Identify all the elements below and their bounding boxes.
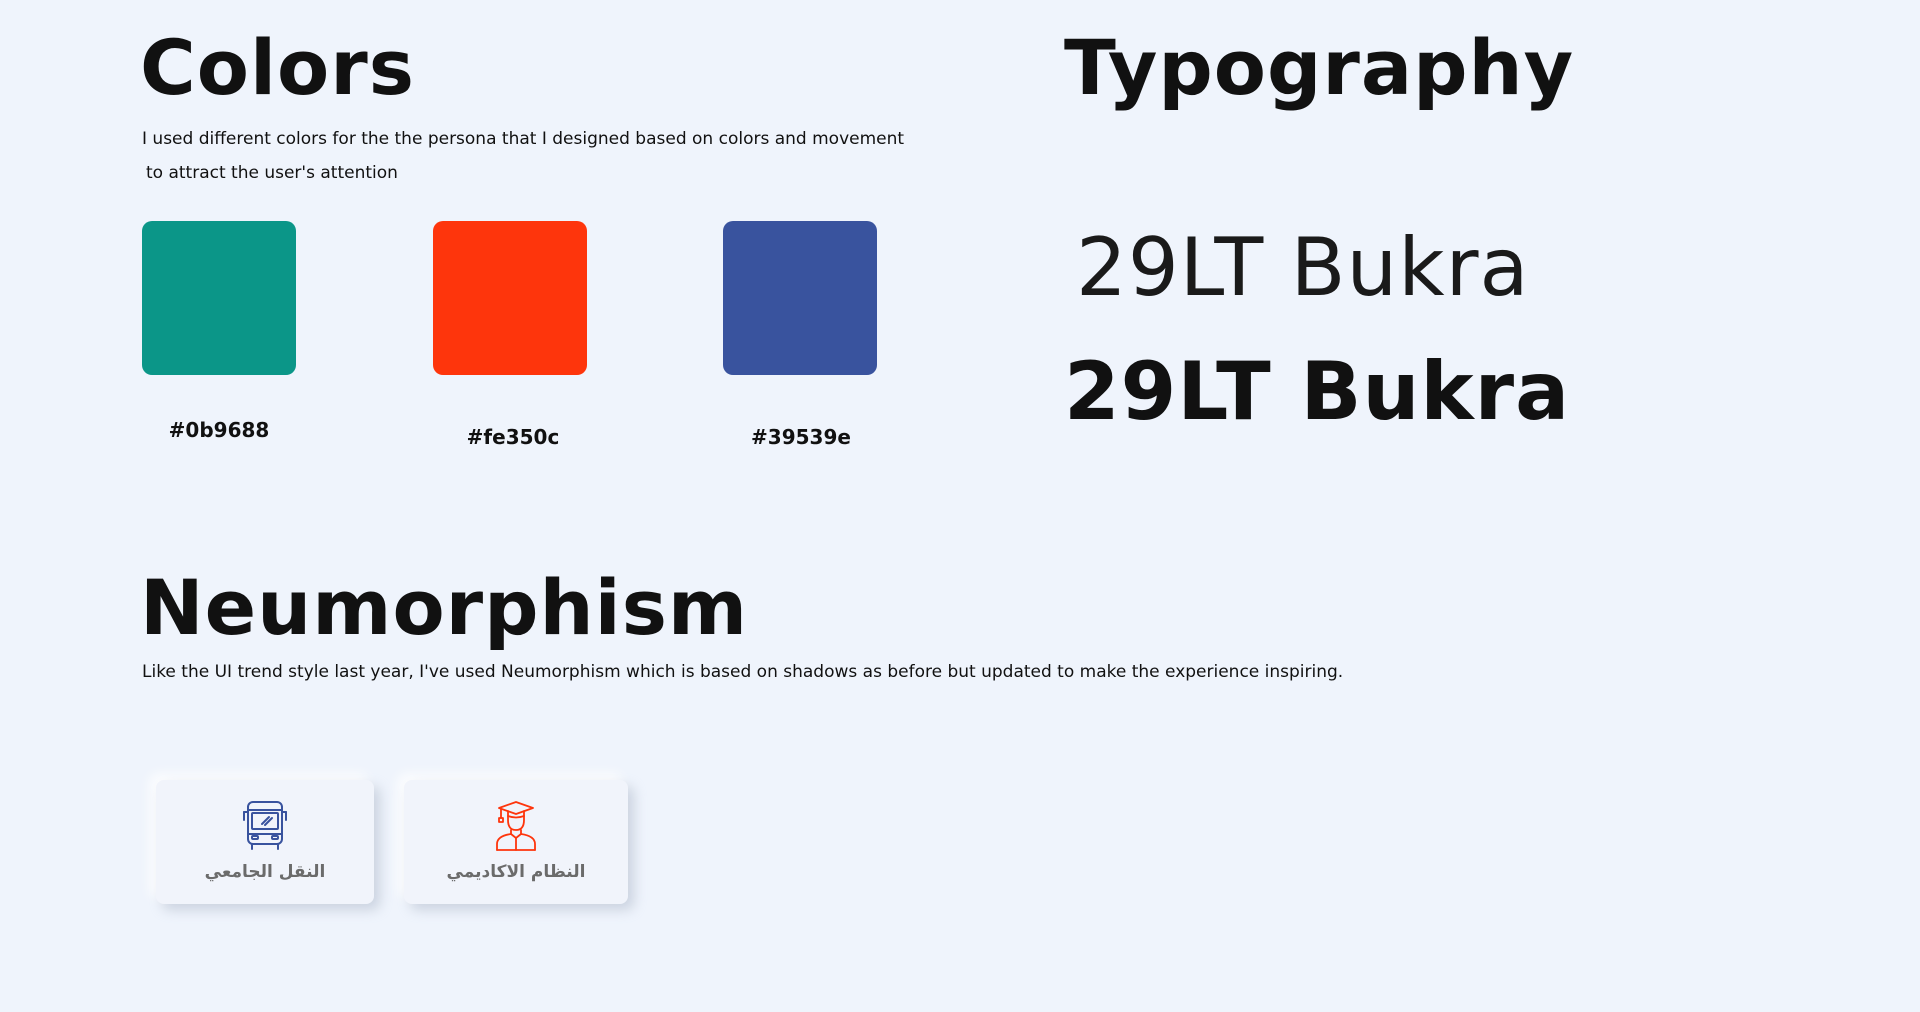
bus-icon xyxy=(238,798,292,856)
color-label-orange: #fe350c xyxy=(466,425,560,449)
colors-description-line2: to attract the user's attention xyxy=(146,163,398,183)
color-swatch-orange xyxy=(433,221,587,375)
style-guide-page: Colors I used different colors for the t… xyxy=(0,0,1920,1012)
graduate-icon xyxy=(489,798,543,856)
card-university-transport[interactable]: النقل الجامعي xyxy=(156,780,374,904)
colors-description: I used different colors for the the pers… xyxy=(142,122,962,190)
card-academic-system[interactable]: النظام الاكاديمي xyxy=(404,780,628,904)
colors-description-line1: I used different colors for the the pers… xyxy=(142,129,905,149)
color-label-blue: #39539e xyxy=(751,425,851,449)
card-label-university-transport: النقل الجامعي xyxy=(204,862,326,882)
card-label-academic-system: النظام الاكاديمي xyxy=(446,862,586,882)
color-swatch-teal xyxy=(142,221,296,375)
color-label-teal: #0b9688 xyxy=(168,418,270,442)
color-swatch-blue xyxy=(723,221,877,375)
neumorphism-description: Like the UI trend style last year, I've … xyxy=(142,662,1344,682)
neumorphism-title: Neumorphism xyxy=(140,563,749,652)
typography-title: Typography xyxy=(1064,23,1575,112)
font-sample-regular: 29LT Bukra xyxy=(1076,221,1530,314)
colors-title: Colors xyxy=(140,23,415,112)
font-sample-bold: 29LT Bukra xyxy=(1064,345,1571,438)
